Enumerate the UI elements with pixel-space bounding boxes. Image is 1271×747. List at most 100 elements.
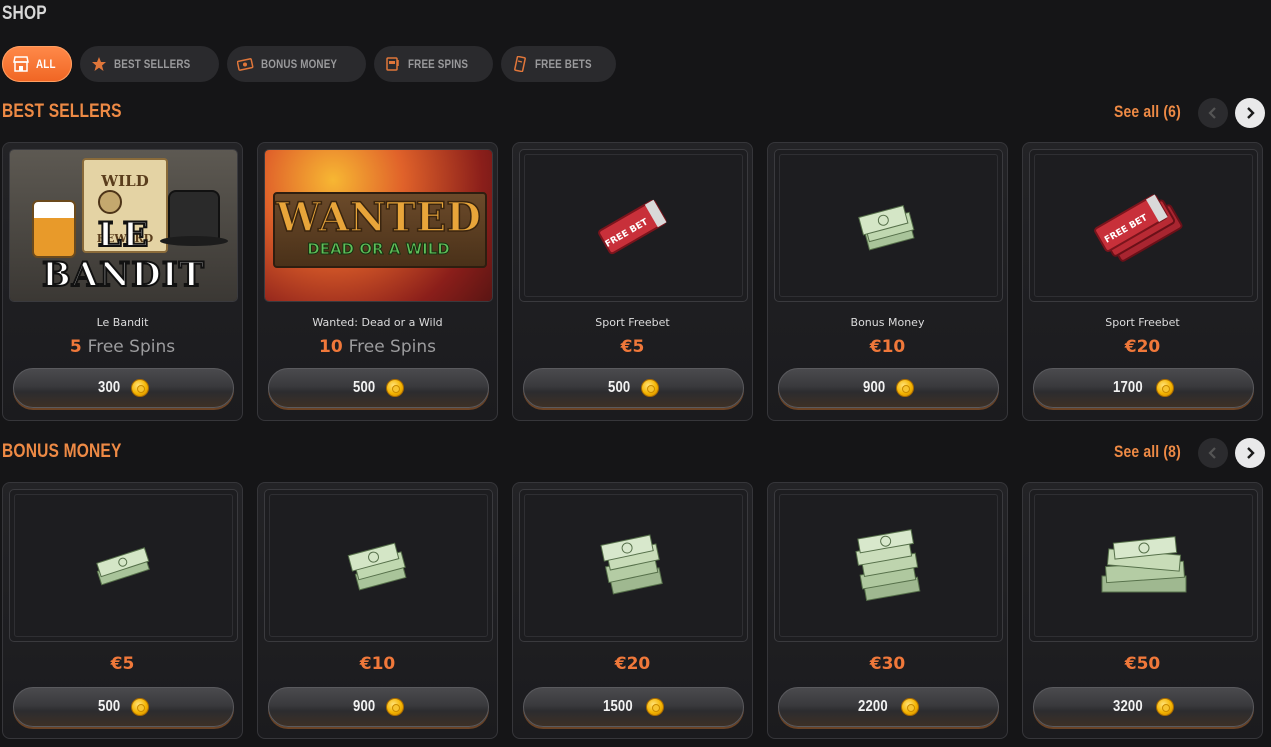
bonus-money-prev-button[interactable] — [1198, 438, 1228, 468]
product-card[interactable]: FREE BET Sport Freebet €20 1700 — [1022, 142, 1263, 421]
filter-free-bets[interactable]: FREE BETS — [501, 46, 617, 82]
product-card[interactable]: €20 1500 — [512, 482, 753, 739]
cash-stack-large-icon — [854, 528, 920, 601]
product-image — [519, 489, 748, 642]
chevron-left-icon — [1208, 107, 1216, 119]
product-card[interactable]: WANTED DEAD OR A WILD Wanted: Dead or a … — [257, 142, 498, 421]
product-name: Wanted: Dead or a Wild — [312, 316, 443, 329]
cash-pile-icon — [1101, 535, 1186, 592]
coin-icon — [900, 698, 919, 716]
price-label: 1500 — [603, 698, 634, 715]
svg-text:FREE BET: FREE BET — [603, 216, 650, 249]
product-image — [264, 489, 493, 642]
see-all-best-sellers-link[interactable]: See all (6) — [1114, 102, 1181, 122]
product-name: Sport Freebet — [1105, 316, 1180, 329]
chevron-left-icon — [1208, 447, 1216, 459]
buy-button[interactable]: 3200 — [1033, 687, 1254, 727]
filter-best-sellers[interactable]: BEST SELLERS — [79, 46, 220, 82]
slot-machine-icon — [384, 55, 402, 73]
product-card[interactable]: €50 3200 — [1022, 482, 1263, 739]
price-label: 500 — [352, 379, 376, 396]
product-image — [774, 489, 1003, 642]
chevron-right-icon — [1247, 107, 1255, 119]
coin-icon — [1155, 379, 1174, 397]
product-name: Sport Freebet — [595, 316, 670, 329]
coin-icon — [896, 379, 915, 397]
free-bet-ticket-icon: FREE BET — [597, 199, 666, 254]
product-image: FREE BET — [1029, 149, 1258, 302]
product-amount: €20 — [614, 654, 651, 674]
product-amount: €10 — [359, 654, 396, 674]
coin-icon — [131, 379, 150, 397]
product-image — [1029, 489, 1258, 642]
price-label: 900 — [352, 698, 376, 715]
product-amount: €20 — [1124, 337, 1161, 357]
product-card[interactable]: €30 2200 — [767, 482, 1008, 739]
filter-label: BEST SELLERS — [113, 57, 191, 71]
coin-icon — [641, 379, 660, 397]
product-name: Bonus Money — [850, 316, 925, 329]
filter-all[interactable]: ALL — [2, 46, 72, 82]
wanted-game-art: WANTED DEAD OR A WILD — [265, 150, 492, 301]
product-amount: €5 — [110, 654, 135, 674]
bonus-money-next-button[interactable] — [1235, 438, 1265, 468]
cash-stack-icon — [347, 542, 406, 590]
product-card[interactable]: FREE BET Sport Freebet €5 500 — [512, 142, 753, 421]
product-card[interactable]: €5 500 — [2, 482, 243, 739]
price-label: 3200 — [1113, 698, 1144, 715]
buy-button[interactable]: 2200 — [778, 687, 999, 727]
cash-stack-medium-icon — [599, 533, 663, 594]
section-title-bonus-money: BONUS MONEY — [2, 441, 122, 462]
filter-free-spins[interactable]: FREE SPINS — [373, 46, 494, 82]
coin-icon — [645, 698, 664, 716]
filter-bonus-money[interactable]: BONUS MONEY — [227, 46, 366, 82]
free-bet-tickets-icon: FREE BET — [1093, 193, 1182, 262]
coin-icon — [386, 698, 405, 716]
price-label: 500 — [97, 698, 121, 715]
product-amount: €50 — [1124, 654, 1161, 674]
product-card[interactable]: Bonus Money €10 900 — [767, 142, 1008, 421]
buy-button[interactable]: 900 — [778, 368, 999, 408]
bonus-money-row: €5 500 €10 900 €20 1500 €30 2200 €50 320… — [2, 482, 1263, 739]
store-icon — [12, 55, 30, 73]
product-image: WILD REWARD LE BANDIT — [9, 149, 238, 302]
filter-label: FREE SPINS — [407, 57, 469, 71]
star-icon — [90, 55, 108, 73]
product-image: WANTED DEAD OR A WILD — [264, 149, 493, 302]
best-sellers-row: WILD REWARD LE BANDIT Le Bandit 5 Free Sp… — [2, 142, 1263, 421]
coin-icon — [386, 379, 405, 397]
product-name: Le Bandit — [96, 316, 149, 329]
buy-button[interactable]: 500 — [268, 368, 489, 408]
product-amount: 10 Free Spins — [318, 337, 436, 357]
product-amount: 5 Free Spins — [69, 337, 176, 357]
coin-icon — [131, 698, 150, 716]
price-label: 900 — [862, 379, 886, 396]
buy-button[interactable]: 300 — [13, 368, 234, 408]
price-label: 1700 — [1113, 379, 1144, 396]
product-card[interactable]: WILD REWARD LE BANDIT Le Bandit 5 Free Sp… — [2, 142, 243, 421]
filter-label: FREE BETS — [535, 57, 592, 71]
buy-button[interactable]: 1700 — [1033, 368, 1254, 408]
cash-icon — [237, 55, 255, 73]
product-image — [9, 489, 238, 642]
filter-label: ALL — [36, 57, 56, 71]
cash-stack-icon — [857, 204, 915, 250]
buy-button[interactable]: 500 — [13, 687, 234, 727]
price-label: 2200 — [858, 698, 889, 715]
ticket-icon — [511, 55, 529, 73]
buy-button[interactable]: 500 — [523, 368, 744, 408]
product-amount: €10 — [869, 337, 906, 357]
filter-bar: ALL BEST SELLERS BONUS MONEY FREE SPINS … — [2, 46, 617, 82]
product-card[interactable]: €10 900 — [257, 482, 498, 739]
best-sellers-prev-button[interactable] — [1198, 98, 1228, 128]
svg-text:FREE BET: FREE BET — [1103, 212, 1150, 245]
buy-button[interactable]: 900 — [268, 687, 489, 727]
best-sellers-next-button[interactable] — [1235, 98, 1265, 128]
price-label: 500 — [607, 379, 631, 396]
buy-button[interactable]: 1500 — [523, 687, 744, 727]
product-amount: €5 — [620, 337, 645, 357]
see-all-bonus-money-link[interactable]: See all (8) — [1114, 442, 1181, 462]
coin-icon — [1155, 698, 1174, 716]
filter-label: BONUS MONEY — [261, 57, 338, 71]
product-image: FREE BET — [519, 149, 748, 302]
